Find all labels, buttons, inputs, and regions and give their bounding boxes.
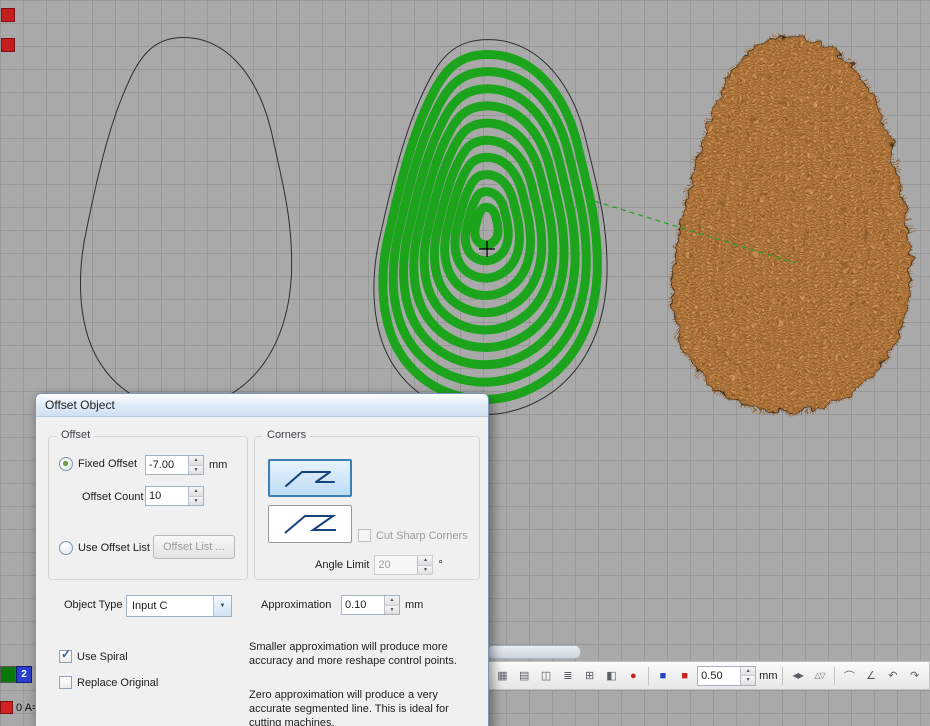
angle-limit-spinner[interactable]: ▲ ▼ [374, 555, 433, 575]
angle-limit-label: Angle Limit [315, 559, 369, 571]
stitch-length-unit: mm [759, 670, 777, 682]
stitched-shape[interactable] [673, 38, 911, 413]
stitch-length-spinner[interactable]: ▲ ▼ [697, 666, 756, 686]
mirror-horizontal-icon[interactable]: ◀▶ [788, 665, 807, 687]
offset-list-button[interactable]: Offset List ... [153, 535, 235, 559]
cut-sharp-corners-label: Cut Sharp Corners [376, 530, 468, 542]
list-icon[interactable]: ≣ [558, 665, 577, 687]
color-palette-fragment: 2 [0, 666, 32, 683]
offset-count-label: Offset Count [82, 491, 144, 503]
horizontal-scrollbar[interactable] [487, 645, 581, 659]
cut-sharp-corners-checkbox[interactable] [358, 529, 371, 542]
offset-count-spinner[interactable]: ▲ ▼ [145, 486, 204, 506]
check-icon: ✓ [61, 647, 71, 661]
object-type-value: Input C [127, 600, 213, 612]
offset-object-dialog: Offset Object Offset Fixed Offset ▲ ▼ mm [35, 393, 489, 726]
chevron-down-icon: ▼ [220, 603, 226, 609]
rotate-ccw-icon[interactable]: ↶ [883, 665, 902, 687]
approximation-label: Approximation [261, 599, 331, 611]
rounded-corners-icon [282, 465, 338, 491]
fixed-offset-unit: mm [209, 459, 227, 471]
spin-down-icon[interactable]: ▼ [189, 466, 203, 475]
sharp-corners-button[interactable] [268, 505, 352, 543]
offset-group: Offset Fixed Offset ▲ ▼ mm Offset Count [48, 436, 248, 580]
red-swatch-icon[interactable]: ■ [675, 665, 694, 687]
grid-icon[interactable]: ▦ [493, 665, 512, 687]
toolbar-separator [834, 667, 835, 685]
use-offset-list-label: Use Offset List [78, 542, 150, 554]
object-type-label: Object Type [64, 599, 123, 611]
half-fill-icon[interactable]: ◧ [602, 665, 621, 687]
replace-original-checkbox[interactable] [59, 676, 72, 689]
outline-shape[interactable] [80, 38, 291, 409]
rotate-cw-icon[interactable]: ↷ [905, 665, 924, 687]
rounded-corners-button[interactable] [268, 459, 352, 497]
spin-down-icon[interactable]: ▼ [741, 676, 755, 685]
spin-up-icon[interactable]: ▲ [741, 667, 755, 677]
use-spiral-checkbox[interactable]: ✓ [59, 650, 72, 663]
red-status-chip [0, 701, 13, 714]
spin-up-icon[interactable]: ▲ [418, 556, 432, 566]
use-spiral-label: Use Spiral [77, 651, 128, 663]
spin-down-icon[interactable]: ▼ [418, 566, 432, 575]
corners-group: Corners Cut Sharp Corners Angle Limit [254, 436, 480, 580]
approximation-note-2: Zero approximation will produce a very a… [249, 688, 473, 726]
spin-up-icon[interactable]: ▲ [189, 487, 203, 497]
object-number-swatch[interactable]: 2 [16, 666, 32, 683]
spiral-offset-shape[interactable] [374, 40, 607, 415]
angle-limit-input[interactable] [375, 556, 417, 574]
approximation-note-1: Smaller approximation will produce more … [249, 640, 473, 668]
fixed-offset-input[interactable] [146, 456, 188, 474]
stitch-length-input[interactable] [698, 667, 740, 685]
spin-up-icon[interactable]: ▲ [385, 596, 399, 606]
dropdown-button[interactable]: ▼ [213, 596, 231, 616]
blue-swatch-icon[interactable]: ■ [654, 665, 673, 687]
use-offset-list-radio[interactable] [59, 541, 73, 555]
angle-limit-unit: ° [438, 559, 442, 571]
corners-group-label: Corners [263, 429, 310, 441]
sharp-corners-icon [282, 511, 338, 537]
application-window: ▦ ▤ ◫ ≣ ⊞ ◧ ● ■ ■ ▲ ▼ mm ◀▶ △▽ ⌒ ∠ ↶ ↷ 2 [0, 0, 930, 726]
dialog-title: Offset Object [45, 398, 115, 412]
spin-down-icon[interactable]: ▼ [385, 606, 399, 615]
fixed-offset-radio[interactable] [59, 457, 73, 471]
angle-icon[interactable]: ∠ [862, 665, 881, 687]
spin-down-icon[interactable]: ▼ [189, 497, 203, 506]
green-color-swatch[interactable] [0, 666, 16, 683]
fixed-offset-spinner[interactable]: ▲ ▼ [145, 455, 204, 475]
object-type-dropdown[interactable]: Input C ▼ [126, 595, 232, 617]
dialog-titlebar[interactable]: Offset Object [36, 394, 488, 417]
approximation-spinner[interactable]: ▲ ▼ [341, 595, 400, 615]
mirror-vertical-icon[interactable]: △▽ [810, 665, 829, 687]
bottom-toolbar: ▦ ▤ ◫ ≣ ⊞ ◧ ● ■ ■ ▲ ▼ mm ◀▶ △▽ ⌒ ∠ ↶ ↷ [487, 661, 930, 690]
add-object-icon[interactable]: ⊞ [580, 665, 599, 687]
red-marker-icon[interactable]: ● [624, 665, 643, 687]
left-toolbar-red-icon[interactable] [1, 38, 15, 52]
panel-icon[interactable]: ▤ [515, 665, 534, 687]
toolbar-separator [648, 667, 649, 685]
toolbar-separator [782, 667, 783, 685]
replace-original-label: Replace Original [77, 677, 158, 689]
approximation-unit: mm [405, 599, 423, 611]
offset-group-label: Offset [57, 429, 94, 441]
columns-icon[interactable]: ◫ [537, 665, 556, 687]
arc-icon[interactable]: ⌒ [840, 665, 859, 687]
spin-up-icon[interactable]: ▲ [189, 456, 203, 466]
left-toolbar-red-icon[interactable] [1, 8, 15, 22]
offset-count-input[interactable] [146, 487, 188, 505]
fixed-offset-label: Fixed Offset [78, 458, 137, 470]
approximation-input[interactable] [342, 596, 384, 614]
